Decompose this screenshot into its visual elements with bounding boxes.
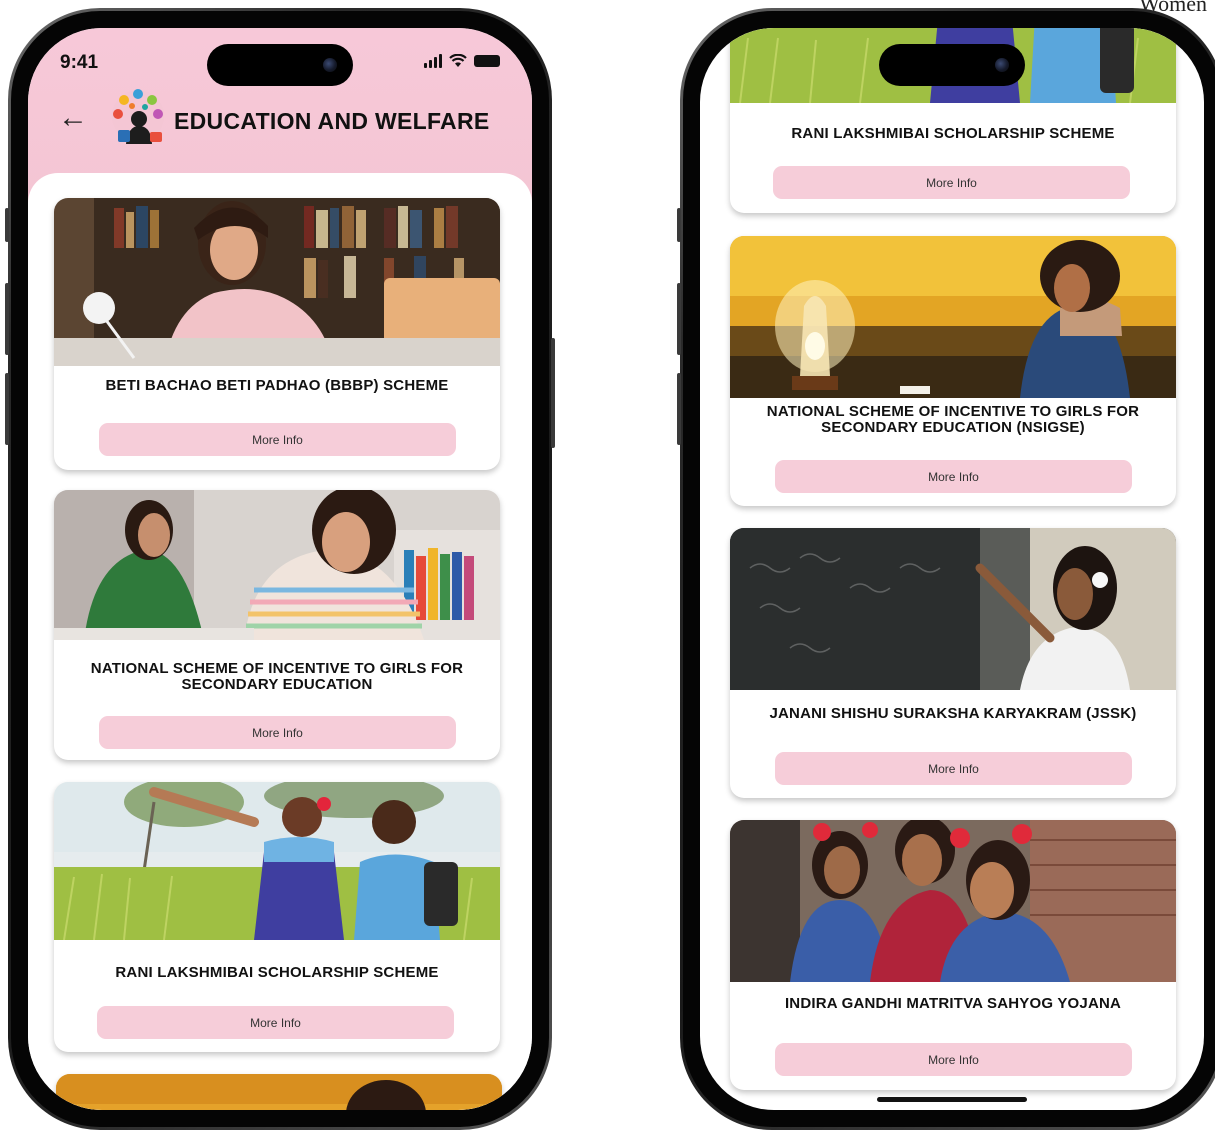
phone-right: RANI LAKSHMIBAI SCHOLARSHIP SCHEME More …: [677, 8, 1215, 1130]
card-title: NATIONAL SCHEME OF INCENTIVE TO GIRLS FO…: [766, 403, 1140, 436]
status-time: 9:41: [60, 52, 99, 73]
card-title: JANANI SHISHU SURAKSHA KARYAKRAM (JSSK): [769, 705, 1137, 722]
card-image: [54, 490, 500, 640]
card-image: [730, 820, 1176, 982]
scheme-card[interactable]: [56, 1074, 502, 1110]
card-image: [730, 528, 1176, 690]
scheme-card[interactable]: NATIONAL SCHEME OF INCENTIVE TO GIRLS FO…: [730, 236, 1176, 506]
more-info-button[interactable]: More Info: [775, 752, 1132, 785]
more-info-button[interactable]: More Info: [775, 460, 1132, 493]
card-title: RANI LAKSHMIBAI SCHOLARSHIP SCHEME: [791, 125, 1115, 142]
home-indicator[interactable]: [877, 1097, 1027, 1102]
power-button: [551, 338, 555, 448]
side-button: [5, 208, 9, 242]
dynamic-island: [879, 44, 1025, 86]
signal-icon: [424, 54, 442, 68]
back-arrow-icon[interactable]: ←: [58, 103, 88, 133]
women-welfare-logo: [112, 89, 164, 144]
phone-left: 9:41 ← EDUCATION AND WELFARE BETI BACHAO…: [5, 8, 555, 1130]
more-info-button[interactable]: More Info: [775, 1043, 1132, 1076]
more-info-button[interactable]: More Info: [99, 423, 456, 456]
card-title: INDIRA GANDHI MATRITVA SAHYOG YOJANA: [784, 995, 1122, 1012]
dynamic-island: [207, 44, 353, 86]
scheme-card[interactable]: JANANI SHISHU SURAKSHA KARYAKRAM (JSSK) …: [730, 528, 1176, 798]
battery-icon: [474, 55, 500, 67]
camera-icon: [323, 58, 337, 72]
status-icons: [424, 54, 500, 68]
card-title: RANI LAKSHMIBAI SCHOLARSHIP SCHEME: [115, 964, 439, 981]
screen-right: RANI LAKSHMIBAI SCHOLARSHIP SCHEME More …: [700, 28, 1204, 1110]
card-image: [54, 782, 500, 940]
scheme-card[interactable]: NATIONAL SCHEME OF INCENTIVE TO GIRLS FO…: [54, 490, 500, 760]
card-image: [56, 1074, 502, 1110]
wifi-icon: [449, 54, 467, 67]
page-title: EDUCATION AND WELFARE: [174, 108, 490, 134]
card-image: [730, 236, 1176, 398]
more-info-button[interactable]: More Info: [773, 166, 1130, 199]
card-image: [54, 198, 500, 366]
card-title: NATIONAL SCHEME OF INCENTIVE TO GIRLS FO…: [90, 660, 464, 693]
volume-down-button: [5, 373, 9, 445]
volume-up-button: [677, 283, 681, 355]
camera-icon: [995, 58, 1009, 72]
volume-down-button: [677, 373, 681, 445]
more-info-button[interactable]: More Info: [99, 716, 456, 749]
scheme-card[interactable]: RANI LAKSHMIBAI SCHOLARSHIP SCHEME More …: [54, 782, 500, 1052]
volume-up-button: [5, 283, 9, 355]
scheme-card[interactable]: BETI BACHAO BETI PADHAO (BBBP) SCHEME Mo…: [54, 198, 500, 470]
screen-left: 9:41 ← EDUCATION AND WELFARE BETI BACHAO…: [28, 28, 532, 1110]
card-title: BETI BACHAO BETI PADHAO (BBBP) SCHEME: [105, 377, 449, 394]
scheme-card[interactable]: INDIRA GANDHI MATRITVA SAHYOG YOJANA Mor…: [730, 820, 1176, 1090]
more-info-button[interactable]: More Info: [97, 1006, 454, 1039]
side-button: [677, 208, 681, 242]
